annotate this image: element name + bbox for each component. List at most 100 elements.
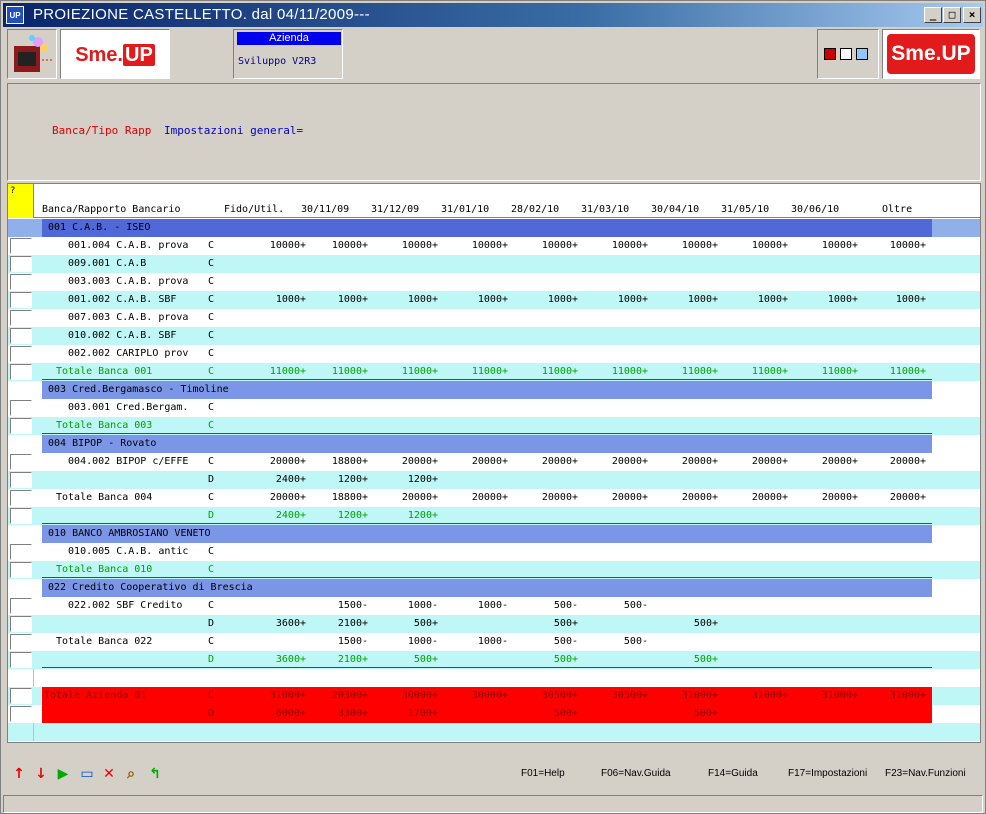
fkey-nav-funzioni[interactable]: F23=Nav.Funzioni <box>885 768 966 779</box>
app-icon: UP <box>6 6 24 24</box>
document-icon[interactable] <box>840 48 852 60</box>
table-row[interactable]: 022.002 SBF Credito C 1500- 1000- 1000- 500- 5… <box>8 597 980 615</box>
parameters-panel: Banca/Tipo Rapp Impostazioni general= <box>7 83 981 181</box>
fkey-guida[interactable]: F14=Guida <box>708 768 758 779</box>
fkey-help[interactable]: F01=Help <box>521 768 565 779</box>
table-row[interactable]: D 2400+ 1200+ 1200+ <box>8 507 980 525</box>
row-description: 004.002 BIPOP c/EFFE <box>56 456 189 467</box>
table-row[interactable]: Totale Banca 022 C 1500- 1000- 1000- 500- 500- <box>8 633 980 651</box>
close-button[interactable]: × <box>963 7 981 23</box>
table-row[interactable]: Totale Banca 003 C <box>8 417 980 435</box>
table-row[interactable]: D 3600+ 2100+ 500+ 500+ 500+ <box>8 651 980 669</box>
table-row[interactable]: D 6000+ 3300+ 1700+ 500+ 500+ <box>8 705 980 723</box>
row-selector[interactable] <box>10 598 32 614</box>
status-bar <box>3 795 983 813</box>
value-cell: 20000+ <box>889 456 926 467</box>
value-cell: 500+ <box>553 654 578 665</box>
table-row[interactable]: D 2400+ 1200+ 1200+ <box>8 471 980 489</box>
row-selector[interactable] <box>10 652 32 668</box>
arrow-down-icon[interactable]: ↓ <box>33 766 49 782</box>
table-row[interactable]: 001.004 C.A.B. prova C 10000+ 10000+ 10000+ 1… <box>8 237 980 255</box>
row-selector[interactable] <box>10 274 32 290</box>
bank-header: 022 Credito Cooperativo di Brescia <box>42 579 932 597</box>
magnifier-icon[interactable]: ⌕ <box>123 766 139 782</box>
table-row[interactable]: 022 Credito Cooperativo di Brescia <box>8 579 980 597</box>
row-selector[interactable] <box>10 310 32 326</box>
row-selector[interactable] <box>10 418 32 434</box>
row-description: Totale Banca 001 <box>56 366 153 377</box>
row-selector[interactable] <box>10 616 32 632</box>
value-cell: 1200+ <box>407 474 438 485</box>
value-cell: 20000+ <box>611 492 648 503</box>
table-row[interactable]: 003.001 Cred.Bergam. C <box>8 399 980 417</box>
table-row[interactable] <box>8 669 980 687</box>
company-total-bar <box>42 705 932 723</box>
row-selector[interactable] <box>10 238 32 254</box>
table-row[interactable]: 001.002 C.A.B. SBF C 1000+ 1000+ 1000+ 1000+ 1… <box>8 291 980 309</box>
table-row[interactable]: Totale Banca 004 C 20000+ 18800+ 20000+ 20000… <box>8 489 980 507</box>
table-row[interactable]: 010 BANCO AMBROSIANO VENETO <box>8 525 980 543</box>
table-row[interactable]: 010.005 C.A.B. antic C <box>8 543 980 561</box>
table-row[interactable]: Totale Banca 001 C 11000+ 11000+ 11000+ 11000… <box>8 363 980 381</box>
fkey-nav-guida[interactable]: F06=Nav.Guida <box>601 768 671 779</box>
row-selector[interactable] <box>10 688 32 704</box>
window-icon[interactable]: ▭ <box>79 766 95 782</box>
value-cell: 500- <box>553 636 578 647</box>
row-selector[interactable] <box>10 346 32 362</box>
window-title: PROIEZIONE CASTELLETTO. dal 04/11/2009--… <box>33 6 370 23</box>
row-selector[interactable] <box>10 328 32 344</box>
bank-header-label: 022 Credito Cooperativo di Brescia <box>48 582 253 593</box>
value-cell: 1000+ <box>617 294 648 305</box>
value-cell: 1000+ <box>547 294 578 305</box>
row-selector[interactable] <box>10 562 32 578</box>
table-row[interactable]: Totale Azienda 01 C 31000+ 20300+ 30000+ 3000… <box>8 687 980 705</box>
col-date-2: 31/12/09 <box>371 204 420 215</box>
arrow-up-icon[interactable]: ↑ <box>11 766 27 782</box>
value-cell: 20300+ <box>331 690 368 701</box>
table-row[interactable]: Totale Banca 010 C <box>8 561 980 579</box>
row-selector[interactable] <box>10 490 32 506</box>
row-description: Totale Banca 010 <box>56 564 153 575</box>
title-bar[interactable]: UP PROIEZIONE CASTELLETTO. dal 04/11/200… <box>3 3 983 27</box>
value-cell: 20000+ <box>269 456 306 467</box>
bank-header-label: 001 C.A.B. - ISEO <box>48 222 151 233</box>
tool-icons-group[interactable] <box>817 29 879 79</box>
row-selector[interactable] <box>10 508 32 524</box>
fkey-impostazioni[interactable]: F17=Impostazioni <box>788 768 867 779</box>
row-selector[interactable] <box>10 400 32 416</box>
row-selector[interactable] <box>10 472 32 488</box>
table-row[interactable]: 003.003 C.A.B. prova C <box>8 273 980 291</box>
row-selector[interactable] <box>10 364 32 380</box>
smeup-logo-left: Sme. UP <box>60 29 170 79</box>
play-icon[interactable]: ▶ <box>55 766 71 782</box>
value-cell: 20000+ <box>751 456 788 467</box>
value-cell: 20000+ <box>889 492 926 503</box>
row-selector[interactable] <box>10 292 32 308</box>
table-row[interactable]: 003 Cred.Bergamasco - Timoline <box>8 381 980 399</box>
row-type-code: C <box>208 636 215 647</box>
minimize-button[interactable]: _ <box>924 7 942 23</box>
table-row[interactable]: 004.002 BIPOP c/EFFE C 20000+ 18800+ 20000+ 2… <box>8 453 980 471</box>
table-row[interactable]: 001 C.A.B. - ISEO <box>8 219 980 237</box>
value-cell: 20000+ <box>541 456 578 467</box>
app-menu-button[interactable] <box>7 29 57 79</box>
close-x-icon[interactable]: ✕ <box>101 766 117 782</box>
table-row[interactable]: D 3600+ 2100+ 500+ 500+ 500+ <box>8 615 980 633</box>
row-selector[interactable] <box>10 454 32 470</box>
row-selector[interactable] <box>10 706 32 722</box>
table-row[interactable]: 004 BIPOP - Rovato <box>8 435 980 453</box>
arrow-return-icon[interactable]: ↰ <box>147 766 163 782</box>
monitor-icon[interactable] <box>824 48 836 60</box>
row-selector[interactable] <box>10 634 32 650</box>
table-row[interactable]: 010.002 C.A.B. SBF C <box>8 327 980 345</box>
book-icon[interactable] <box>856 48 868 60</box>
table-row[interactable]: 009.001 C.A.B C <box>8 255 980 273</box>
maximize-button[interactable]: □ <box>943 7 961 23</box>
grid-corner[interactable]: ? <box>8 184 34 218</box>
table-row[interactable]: 007.003 C.A.B. prova C <box>8 309 980 327</box>
table-row[interactable] <box>8 723 980 741</box>
value-cell: 500- <box>623 600 648 611</box>
row-selector[interactable] <box>10 256 32 272</box>
row-selector[interactable] <box>10 544 32 560</box>
table-row[interactable]: 002.002 CARIPLO prov C <box>8 345 980 363</box>
